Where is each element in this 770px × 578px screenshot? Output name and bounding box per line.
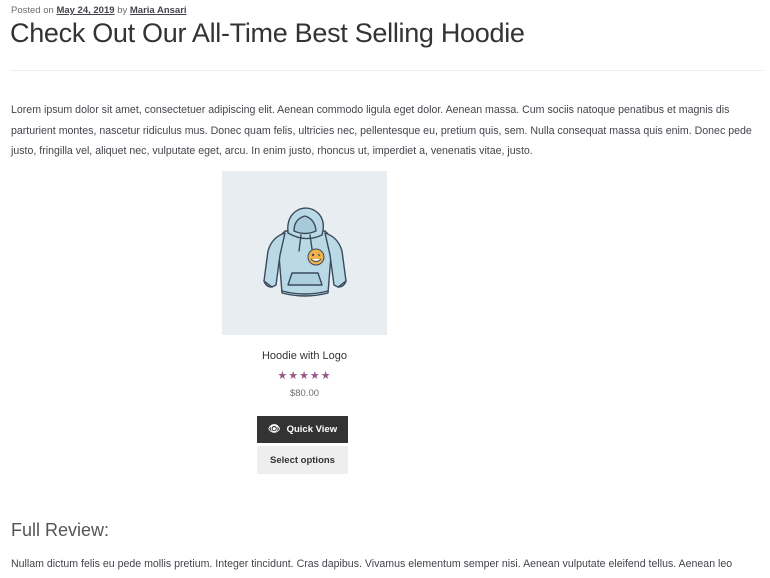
product-name[interactable]: Hoodie with Logo bbox=[222, 350, 387, 362]
rating-stars: ★★★★★ bbox=[277, 370, 332, 382]
product-price: $80.00 bbox=[289, 388, 320, 399]
product-card: Hoodie with Logo ★★★★★ $80.00 👁 Quick Vi… bbox=[222, 171, 387, 474]
review-heading: Full Review: bbox=[11, 520, 110, 540]
page: Posted on May 24, 2019 by Maria Ansari C… bbox=[0, 0, 770, 578]
intro-paragraph: Lorem ipsum dolor sit amet, consectetuer… bbox=[11, 104, 752, 157]
post-date-link[interactable]: May 24, 2019 bbox=[56, 5, 114, 16]
title-divider bbox=[11, 70, 763, 71]
quick-view-label: Quick View bbox=[286, 424, 338, 435]
post-title: Check Out Our All-Time Best Selling Hood… bbox=[10, 18, 525, 48]
product-image[interactable] bbox=[222, 171, 387, 335]
quick-view-button[interactable]: 👁 Quick View bbox=[257, 416, 348, 443]
hoodie-icon bbox=[262, 207, 347, 297]
by-label: by bbox=[117, 5, 128, 16]
eye-icon: 👁 bbox=[267, 424, 281, 435]
select-options-button[interactable]: Select options bbox=[257, 446, 348, 474]
review-paragraph: Nullam dictum felis eu pede mollis preti… bbox=[11, 558, 733, 570]
posted-on-label: Posted on bbox=[11, 5, 54, 16]
author-link[interactable]: Maria Ansari bbox=[130, 5, 187, 16]
post-meta: Posted on May 24, 2019 by Maria Ansari bbox=[11, 5, 187, 16]
